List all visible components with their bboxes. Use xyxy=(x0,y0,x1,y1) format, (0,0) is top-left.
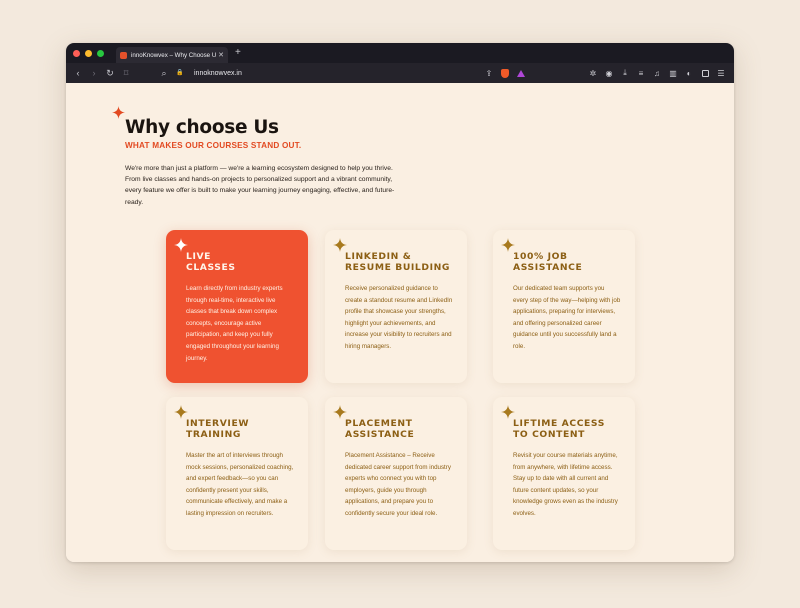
maximize-window-button[interactable] xyxy=(97,49,104,57)
card-title-line1: 100% JOB xyxy=(513,251,568,262)
new-tab-button[interactable]: + xyxy=(235,48,241,58)
tab-title: innoKnowvex – Why Choose Us xyxy=(131,51,217,59)
card-title: LINKEDIN & RESUME BUILDING xyxy=(345,251,465,273)
site-favicon-icon xyxy=(120,51,127,59)
card-title-line2: TRAINING xyxy=(186,428,242,440)
card-description: Placement Assistance – Receive dedicated… xyxy=(345,452,451,517)
page-title: Why choose Us xyxy=(125,117,279,138)
card-title: LIVE CLASSES xyxy=(186,251,306,273)
card-title-line2: ASSISTANCE xyxy=(345,428,415,440)
card-title: 100% JOB ASSISTANCE xyxy=(513,251,633,273)
card-title-line2: TO CONTENT xyxy=(513,428,586,440)
heading-sparkle-icon xyxy=(112,106,125,119)
card-title: INTERVIEW TRAINING xyxy=(186,418,306,440)
feature-card-job-assistance[interactable]: 100% JOB ASSISTANCE Our dedicated team s… xyxy=(493,230,635,383)
tab-bar: innoKnowvex – Why Choose Us ✕ + xyxy=(66,43,734,63)
music-icon[interactable]: ♫ xyxy=(650,63,664,83)
feature-card-lifetime-access[interactable]: LIFTIME ACCESS TO CONTENT Revisit your c… xyxy=(493,397,635,550)
card-title-line1: PLACEMENT xyxy=(345,418,413,429)
card-title-line1: INTERVIEW xyxy=(186,418,250,429)
close-window-button[interactable] xyxy=(73,49,80,57)
card-title-line1: LINKEDIN & xyxy=(345,251,412,262)
sidebar-icon[interactable]: ▥ xyxy=(666,63,680,83)
intro-paragraph: We're more than just a platform — we're … xyxy=(125,165,395,206)
feature-card-interview-training[interactable]: INTERVIEW TRAINING Master the art of int… xyxy=(166,397,308,550)
camera-icon[interactable]: ◉ xyxy=(602,63,616,83)
address-bar[interactable]: ⌕ 🔒 innoknowvex.in xyxy=(156,67,242,78)
card-title: PLACEMENT ASSISTANCE xyxy=(345,418,465,440)
bookmark-icon[interactable]: ⌑ xyxy=(118,68,134,78)
feature-card-linkedin-resume[interactable]: LINKEDIN & RESUME BUILDING Receive perso… xyxy=(325,230,467,383)
sparkle-icon xyxy=(501,405,515,419)
card-title-line1: LIFTIME ACCESS xyxy=(513,418,605,429)
card-title-line2: CLASSES xyxy=(186,261,236,273)
feature-card-live-classes[interactable]: LIVE CLASSES Learn directly from industr… xyxy=(166,230,308,383)
lock-icon: 🔒 xyxy=(176,70,184,76)
sparkle-icon xyxy=(333,238,347,252)
reading-list-icon[interactable]: ≡ xyxy=(634,63,648,83)
share-icon[interactable]: ⇪ xyxy=(482,63,496,83)
window-controls xyxy=(73,49,104,57)
tab-manager-icon[interactable] xyxy=(698,63,712,83)
brave-rewards-icon[interactable] xyxy=(514,63,528,83)
extensions-icon[interactable]: ✲ xyxy=(586,63,600,83)
back-button[interactable]: ‹ xyxy=(70,68,86,78)
feature-card-placement-assistance[interactable]: PLACEMENT ASSISTANCE Placement Assistanc… xyxy=(325,397,467,550)
page-subtitle: WHAT MAKES OUR COURSES STAND OUT. xyxy=(125,141,302,150)
card-title: LIFTIME ACCESS TO CONTENT xyxy=(513,418,633,440)
toolbar-right: ⇪ ✲ ◉ ⤓ ≡ ♫ ▥ ◐ ☰ xyxy=(486,63,728,83)
card-description: Master the art of interviews through moc… xyxy=(186,452,294,517)
card-description: Our dedicated team supports you every st… xyxy=(513,285,621,350)
brave-shield-icon[interactable] xyxy=(498,63,512,83)
tab-close-icon[interactable]: ✕ xyxy=(218,51,224,59)
forward-button[interactable]: › xyxy=(86,68,102,78)
sparkle-icon xyxy=(174,405,188,419)
card-title-line2: ASSISTANCE xyxy=(513,261,583,273)
minimize-window-button[interactable] xyxy=(85,49,92,57)
card-description: Revisit your course materials anytime, f… xyxy=(513,452,618,517)
sparkle-icon xyxy=(501,238,515,252)
search-icon: ⌕ xyxy=(161,67,167,78)
page-content: Why choose Us WHAT MAKES OUR COURSES STA… xyxy=(66,83,734,562)
menu-icon[interactable]: ☰ xyxy=(714,63,728,83)
card-title-line2: RESUME BUILDING xyxy=(345,261,451,273)
reload-button[interactable]: ↻ xyxy=(102,68,118,78)
browser-toolbar: ‹ › ↻ ⌑ ⌕ 🔒 innoknowvex.in ⇪ ✲ ◉ ⤓ ≡ ♫ ▥… xyxy=(66,63,734,83)
sparkle-icon xyxy=(333,405,347,419)
card-description: Learn directly from industry experts thr… xyxy=(186,285,283,362)
active-tab[interactable]: innoKnowvex – Why Choose Us ✕ xyxy=(116,47,228,63)
wallet-icon[interactable]: ◐ xyxy=(682,63,696,83)
card-title-line1: LIVE xyxy=(186,251,212,262)
card-description: Receive personalized guidance to create … xyxy=(345,285,453,350)
sparkle-icon xyxy=(174,238,188,252)
browser-window: innoKnowvex – Why Choose Us ✕ + ‹ › ↻ ⌑ … xyxy=(66,43,734,562)
url-text[interactable]: innoknowvex.in xyxy=(194,70,242,77)
download-icon[interactable]: ⤓ xyxy=(618,63,632,83)
